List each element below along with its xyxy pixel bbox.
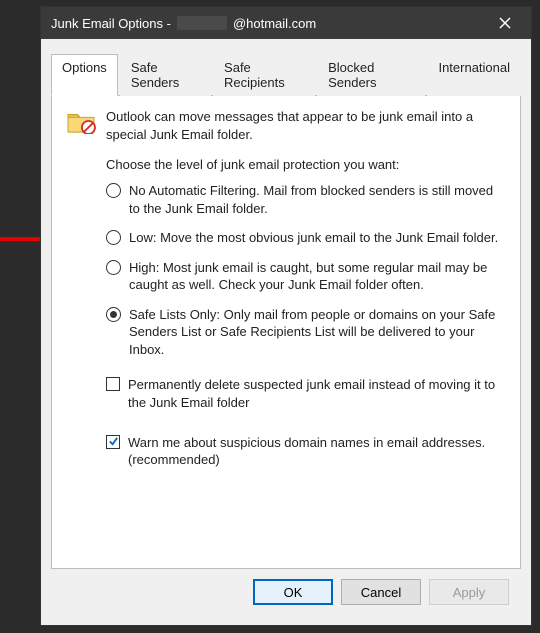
radio-icon bbox=[106, 260, 121, 275]
checkbox-icon bbox=[106, 435, 120, 449]
window-title: Junk Email Options - @hotmail.com bbox=[51, 16, 316, 31]
protection-level-radiogroup: No Automatic Filtering. Mail from blocke… bbox=[106, 182, 506, 358]
radio-low[interactable]: Low: Move the most obvious junk email to… bbox=[106, 229, 506, 247]
junk-email-options-dialog: Junk Email Options - @hotmail.com Option… bbox=[40, 6, 532, 626]
close-button[interactable] bbox=[489, 7, 521, 39]
checkbox-label: Warn me about suspicious domain names in… bbox=[128, 434, 506, 469]
radio-label: High: Most junk email is caught, but som… bbox=[129, 259, 506, 294]
cancel-button[interactable]: Cancel bbox=[341, 579, 421, 605]
radio-no-automatic-filtering[interactable]: No Automatic Filtering. Mail from blocke… bbox=[106, 182, 506, 217]
tab-safe-senders[interactable]: Safe Senders bbox=[120, 54, 211, 96]
radio-label: No Automatic Filtering. Mail from blocke… bbox=[129, 182, 506, 217]
checkbox-permanently-delete[interactable]: Permanently delete suspected junk email … bbox=[106, 376, 506, 411]
tab-safe-recipients[interactable]: Safe Recipients bbox=[213, 54, 315, 96]
radio-high[interactable]: High: Most junk email is caught, but som… bbox=[106, 259, 506, 294]
title-prefix: Junk Email Options - bbox=[51, 16, 171, 31]
redacted-account bbox=[177, 16, 227, 30]
intro-text: Outlook can move messages that appear to… bbox=[106, 108, 506, 143]
title-account-suffix: @hotmail.com bbox=[233, 16, 316, 31]
close-icon bbox=[499, 17, 511, 29]
apply-button: Apply bbox=[429, 579, 509, 605]
checkbox-warn-suspicious-domain[interactable]: Warn me about suspicious domain names in… bbox=[106, 434, 506, 469]
radio-safe-lists-only[interactable]: Safe Lists Only: Only mail from people o… bbox=[106, 306, 506, 359]
tabstrip: Options Safe Senders Safe Recipients Blo… bbox=[51, 54, 521, 96]
junk-folder-icon bbox=[66, 108, 96, 143]
tab-blocked-senders[interactable]: Blocked Senders bbox=[317, 54, 425, 96]
radio-icon bbox=[106, 230, 121, 245]
radio-label: Safe Lists Only: Only mail from people o… bbox=[129, 306, 506, 359]
checkbox-icon bbox=[106, 377, 120, 391]
checkbox-label: Permanently delete suspected junk email … bbox=[128, 376, 506, 411]
tab-content-options: Outlook can move messages that appear to… bbox=[51, 95, 521, 569]
radio-icon bbox=[106, 307, 121, 322]
radio-label: Low: Move the most obvious junk email to… bbox=[129, 229, 498, 247]
tab-options[interactable]: Options bbox=[51, 54, 118, 96]
dialog-button-row: OK Cancel Apply bbox=[51, 569, 521, 615]
choose-level-label: Choose the level of junk email protectio… bbox=[106, 157, 506, 172]
titlebar[interactable]: Junk Email Options - @hotmail.com bbox=[41, 7, 531, 39]
ok-button[interactable]: OK bbox=[253, 579, 333, 605]
tab-international[interactable]: International bbox=[427, 54, 521, 96]
radio-icon bbox=[106, 183, 121, 198]
options-checkgroup: Permanently delete suspected junk email … bbox=[106, 376, 506, 468]
